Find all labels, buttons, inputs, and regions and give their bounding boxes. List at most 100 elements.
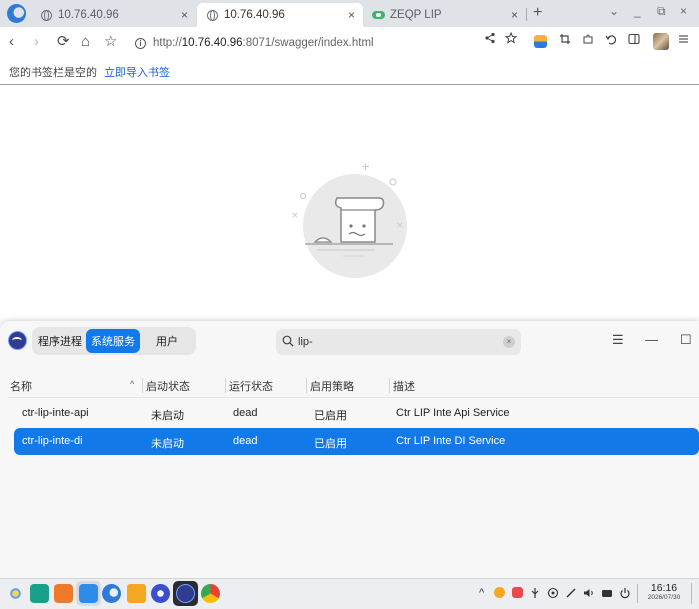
- tab-services[interactable]: 系统服务: [86, 329, 140, 353]
- taskbar: ^ 16:16 2026/07/30: [0, 578, 699, 609]
- forward-button[interactable]: ›: [34, 33, 39, 51]
- network-icon[interactable]: [547, 587, 559, 602]
- tab-title: ZEQP LIP: [390, 9, 442, 21]
- table-row[interactable]: ctr-lip-inte-api 未启动 dead 已启用 Ctr LIP In…: [14, 400, 699, 427]
- table-row-selected[interactable]: ctr-lip-inte-di 未启动 dead 已启用 Ctr LIP Int…: [14, 428, 699, 455]
- browser-logo-icon[interactable]: [7, 4, 26, 23]
- monitor-titlebar: 程序进程 系统服务 用户 lip- × ☰ — ☐: [0, 321, 699, 361]
- app-store-icon[interactable]: [79, 584, 98, 603]
- show-desktop-button[interactable]: [691, 583, 692, 604]
- tray-security-icon[interactable]: [512, 587, 523, 598]
- share-icon[interactable]: [484, 32, 496, 47]
- clock-time: 16:16: [650, 582, 678, 594]
- service-start-status: 未启动: [151, 410, 184, 422]
- menu-icon[interactable]: [678, 33, 689, 48]
- extension-icon[interactable]: [534, 35, 547, 48]
- search-icon: [282, 335, 294, 350]
- column-start-status[interactable]: 启动状态: [146, 378, 190, 394]
- url-host: 10.76.40.96: [181, 37, 243, 49]
- empty-document-illustration: + × ×: [285, 158, 415, 282]
- clear-icon[interactable]: ×: [503, 336, 515, 348]
- file-manager-icon[interactable]: [54, 584, 73, 603]
- reload-button[interactable]: ⟳: [57, 33, 70, 51]
- import-bookmarks-link[interactable]: 立即导入书签: [104, 67, 170, 79]
- column-name[interactable]: 名称: [10, 378, 32, 394]
- minimize-button[interactable]: _: [634, 4, 641, 18]
- usb-icon[interactable]: [530, 587, 540, 602]
- svg-text:+: +: [361, 160, 370, 173]
- header-divider: [8, 397, 699, 398]
- column-policy[interactable]: 启用策略: [310, 378, 354, 394]
- volume-icon[interactable]: [583, 587, 595, 602]
- screenshot-icon[interactable]: [559, 33, 571, 48]
- service-description: Ctr LIP Inte DI Service: [396, 435, 506, 447]
- tab-separator: [526, 8, 527, 21]
- tab-processes[interactable]: 程序进程: [34, 329, 86, 353]
- tab-close-icon[interactable]: ×: [181, 8, 188, 22]
- column-separator[interactable]: [142, 378, 143, 393]
- search-value: lip-: [298, 336, 313, 348]
- keyboard-icon[interactable]: [601, 587, 613, 602]
- bookmarks-bar: 您的书签栏是空的 立即导入书签: [0, 59, 699, 85]
- sidebar-icon[interactable]: [628, 33, 640, 48]
- multitask-view-icon[interactable]: [30, 584, 49, 603]
- service-name: ctr-lip-inte-di: [22, 435, 83, 447]
- column-separator[interactable]: [225, 378, 226, 393]
- monitor-minimize-button[interactable]: —: [645, 332, 658, 347]
- zeqp-favicon-icon: [372, 11, 385, 19]
- search-input[interactable]: lip- ×: [276, 329, 521, 355]
- column-separator[interactable]: [306, 378, 307, 393]
- column-run-status[interactable]: 运行状态: [229, 378, 273, 394]
- svg-text:×: ×: [291, 211, 299, 221]
- tray-expand-icon[interactable]: ^: [479, 587, 484, 599]
- url-path: :8071/swagger/index.html: [242, 37, 374, 49]
- settings-icon[interactable]: [151, 584, 170, 603]
- browser-tab-1[interactable]: 10.76.40.96 ×: [31, 3, 196, 27]
- browser-tab-3[interactable]: ZEQP LIP ×: [362, 3, 526, 27]
- column-description[interactable]: 描述: [393, 378, 415, 394]
- tab-list-button[interactable]: ⌄: [609, 4, 619, 18]
- service-run-status: dead: [233, 435, 258, 447]
- tab-close-icon[interactable]: ×: [511, 8, 518, 22]
- svg-text:×: ×: [396, 221, 404, 231]
- service-run-status: dead: [233, 407, 258, 419]
- browser-toolbar: ‹ › ⟳ ⌂ ☆ i http://10.76.40.96:8071/swag…: [0, 27, 699, 59]
- monitor-maximize-button[interactable]: ☐: [680, 332, 692, 348]
- bookmarks-empty-text: 您的书签栏是空的: [9, 67, 97, 79]
- star-icon[interactable]: [504, 31, 518, 47]
- avatar[interactable]: [653, 33, 669, 50]
- music-icon[interactable]: [127, 584, 146, 603]
- browser-icon[interactable]: [102, 584, 121, 603]
- back-button[interactable]: ‹: [9, 33, 14, 51]
- system-monitor-logo-icon: [8, 331, 27, 350]
- extensions-puzzle-icon[interactable]: [582, 33, 594, 48]
- home-button[interactable]: ⌂: [81, 33, 90, 51]
- url-protocol: http://: [153, 37, 182, 49]
- close-button[interactable]: ×: [680, 4, 687, 18]
- monitor-menu-button[interactable]: ☰: [612, 332, 624, 348]
- power-icon[interactable]: [619, 587, 631, 602]
- column-separator[interactable]: [389, 378, 390, 393]
- system-monitor-icon[interactable]: [176, 584, 195, 603]
- launcher-icon[interactable]: [6, 584, 25, 603]
- new-tab-button[interactable]: +: [533, 4, 542, 22]
- browser-tab-2[interactable]: 10.76.40.96 ×: [197, 3, 363, 27]
- tab-users[interactable]: 用户: [140, 329, 194, 353]
- chrome-icon[interactable]: [201, 584, 220, 603]
- maximize-button[interactable]: ⧉: [657, 4, 666, 19]
- service-policy: 已启用: [314, 438, 347, 450]
- globe-icon: [41, 9, 52, 21]
- address-bar[interactable]: i http://10.76.40.96:8071/swagger/index.…: [127, 31, 524, 55]
- undo-icon[interactable]: [605, 33, 617, 48]
- clock[interactable]: 16:16 2026/07/30: [647, 582, 681, 601]
- sort-ascending-icon[interactable]: ^: [130, 379, 134, 389]
- tray-app-icon[interactable]: [494, 587, 505, 598]
- bookmark-star-button[interactable]: ☆: [104, 33, 117, 51]
- tab-close-icon[interactable]: ×: [348, 8, 355, 22]
- system-monitor-window: 程序进程 系统服务 用户 lip- × ☰ — ☐ 名称 ^ 启动状态 运行状态…: [0, 321, 699, 578]
- browser-tab-strip: 10.76.40.96 × 10.76.40.96 × ZEQP LIP × +…: [0, 0, 699, 27]
- pen-icon[interactable]: [565, 587, 577, 602]
- info-icon[interactable]: i: [135, 37, 146, 49]
- tab-title: 10.76.40.96: [224, 9, 285, 21]
- globe-icon: [207, 9, 218, 21]
